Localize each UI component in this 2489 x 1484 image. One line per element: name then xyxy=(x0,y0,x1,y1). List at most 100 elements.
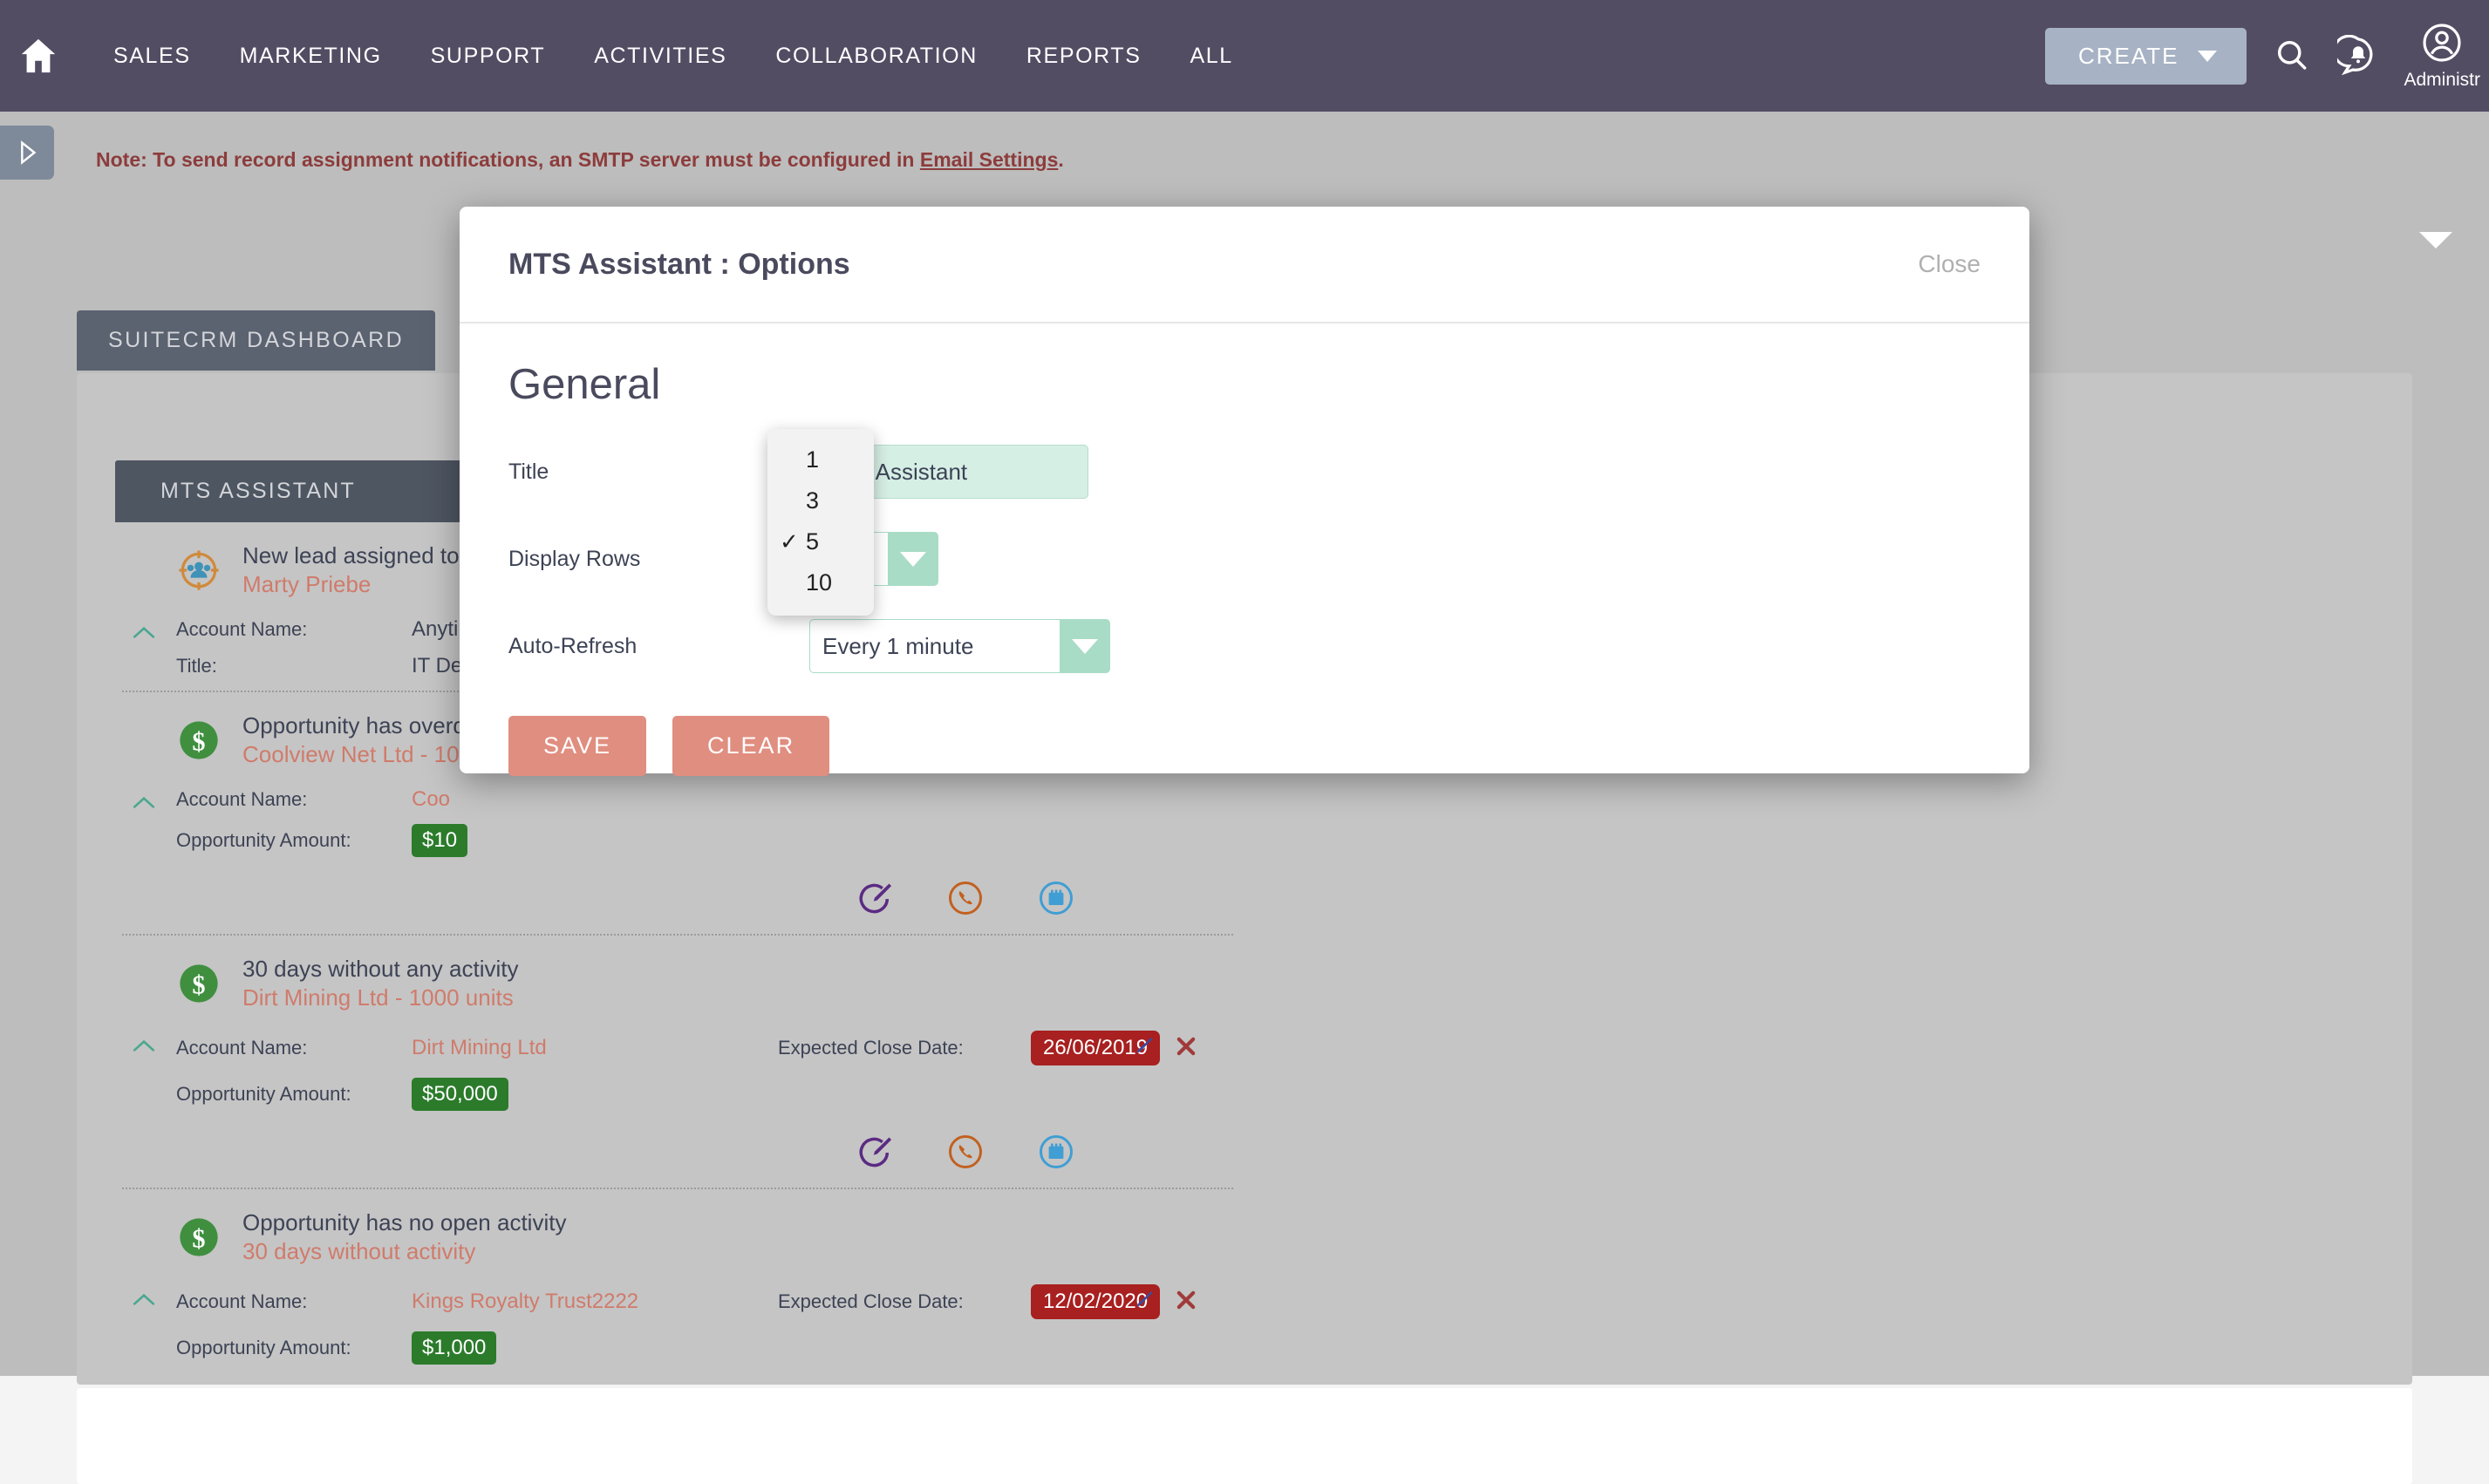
clear-button[interactable]: CLEAR xyxy=(672,716,830,776)
nav-item-marketing[interactable]: MARKETING xyxy=(215,44,406,69)
alert-text-group: New lead assigned to yo Marty Priebe xyxy=(242,541,489,598)
create-button[interactable]: CREATE xyxy=(2044,27,2247,85)
opportunity-dollar-icon: $ xyxy=(176,961,222,1006)
user-avatar-icon xyxy=(2423,23,2461,62)
chevron-down-icon[interactable] xyxy=(2419,232,2452,248)
form-row-display-rows: Display Rows 5 xyxy=(508,515,1981,602)
smtp-notice-text: Note: To send record assignment notifica… xyxy=(96,148,920,171)
chevron-up-icon[interactable] xyxy=(133,1036,155,1055)
top-nav-right-cluster: CREATE Administr xyxy=(2044,0,2489,112)
create-button-label: CREATE xyxy=(2077,42,2179,69)
nav-item-activities[interactable]: ACTIVITIES xyxy=(569,44,751,69)
user-name-label: Administr xyxy=(2404,69,2480,90)
alert-subtitle[interactable]: Marty Priebe xyxy=(242,570,489,599)
edit-pencil-icon[interactable] xyxy=(1130,1034,1155,1064)
edit-pencil-icon[interactable] xyxy=(1130,1288,1155,1317)
detail-value-wrap: $1,000 xyxy=(412,1331,778,1365)
nav-item-sales[interactable]: SALES xyxy=(89,44,215,69)
dropdown-option-10[interactable]: 10 xyxy=(767,562,874,603)
tab-suitecrm-dashboard[interactable]: SUITECRM DASHBOARD xyxy=(77,310,436,371)
alert-subtitle[interactable]: Coolview Net Ltd - 100 xyxy=(242,740,478,769)
chevron-down-icon xyxy=(2198,50,2218,62)
phone-call-icon[interactable] xyxy=(947,1133,984,1175)
email-settings-link[interactable]: Email Settings xyxy=(920,148,1058,171)
opportunity-dollar-icon: $ xyxy=(176,1215,222,1260)
calendar-meeting-icon[interactable] xyxy=(1038,1133,1074,1175)
footer-card xyxy=(77,1388,2412,1484)
expand-sidebar-icon[interactable] xyxy=(0,126,54,180)
phone-call-icon[interactable] xyxy=(947,880,984,922)
dropdown-option-5[interactable]: ✓ 5 xyxy=(767,521,874,562)
alert-header[interactable]: $ 30 days without any activity Dirt Mini… xyxy=(115,955,1240,1011)
alert-subtitle[interactable]: 30 days without activity xyxy=(242,1237,566,1266)
calendar-meeting-icon[interactable] xyxy=(1038,880,1074,922)
close-button[interactable]: Close xyxy=(1918,250,1981,278)
dropdown-option-3[interactable]: 3 xyxy=(767,480,874,521)
svg-text:$: $ xyxy=(192,1223,205,1253)
dropdown-option-1[interactable]: 1 xyxy=(767,439,874,480)
nav-item-all[interactable]: ALL xyxy=(1166,44,1258,69)
detail-label: Opportunity Amount: xyxy=(176,1337,351,1358)
detail-grid: Account Name: Coo Opportunity Amount: $1… xyxy=(176,787,1240,857)
display-rows-dropdown-menu: 1 3 ✓ 5 10 xyxy=(767,429,874,616)
nav-item-support[interactable]: SUPPORT xyxy=(406,44,570,69)
alert-text-group: Opportunity has no open activity 30 days… xyxy=(242,1208,566,1265)
svg-text:$: $ xyxy=(192,726,205,756)
detail-label: Title: xyxy=(176,655,217,677)
edit-task-icon[interactable] xyxy=(856,880,893,922)
alert-title: 30 days without any activity xyxy=(242,956,519,982)
alert-title: Opportunity has no open activity xyxy=(242,1209,567,1236)
close-date-label: Expected Close Date: xyxy=(778,1290,964,1312)
edit-task-icon[interactable] xyxy=(856,1133,893,1175)
alert-detail: Account Name: Coo Opportunity Amount: $1… xyxy=(115,787,1240,922)
chevron-down-icon[interactable] xyxy=(888,532,938,586)
detail-value-wrap: $50,000 xyxy=(412,1078,778,1111)
smtp-notice: Note: To send record assignment notifica… xyxy=(96,148,1064,172)
alert-text-group: 30 days without any activity Dirt Mining… xyxy=(242,955,519,1011)
nav-item-collaboration[interactable]: COLLABORATION xyxy=(751,44,1002,69)
detail-grid: Account Name: Kings Royalty Trust2222 Ex… xyxy=(176,1284,1240,1365)
alert-subtitle[interactable]: Dirt Mining Ltd - 1000 units xyxy=(242,984,519,1012)
title-field-label: Title xyxy=(508,459,549,484)
detail-label: Account Name: xyxy=(176,788,308,810)
auto-refresh-select[interactable]: Every 1 minute xyxy=(809,619,1110,673)
nav-item-reports[interactable]: REPORTS xyxy=(1002,44,1166,69)
auto-refresh-label: Auto-Refresh xyxy=(508,633,638,658)
amount-badge: $50,000 xyxy=(412,1078,508,1111)
auto-refresh-value: Every 1 minute xyxy=(809,619,1060,673)
display-rows-label: Display Rows xyxy=(508,546,641,571)
dropdown-option-label: 10 xyxy=(806,569,833,596)
save-button[interactable]: SAVE xyxy=(508,716,647,776)
dropdown-option-label: 1 xyxy=(806,446,820,473)
row-edit-delete xyxy=(1130,1288,1198,1317)
chevron-up-icon[interactable] xyxy=(133,1290,155,1309)
alert-text-group: Opportunity has overdu Coolview Net Ltd … xyxy=(242,711,478,768)
alert-header[interactable]: $ Opportunity has no open activity 30 da… xyxy=(115,1208,1240,1265)
lead-target-icon xyxy=(176,548,222,593)
alert-detail: Account Name: Dirt Mining Ltd Expected C… xyxy=(115,1031,1240,1175)
chevron-up-icon[interactable] xyxy=(133,793,155,812)
user-menu[interactable]: Administr xyxy=(2404,22,2480,91)
modal-title: MTS Assistant : Options xyxy=(508,247,850,281)
detail-label: Account Name: xyxy=(176,618,308,640)
notification-bell-icon[interactable] xyxy=(2337,35,2379,77)
chevron-down-icon[interactable] xyxy=(1060,619,1110,673)
form-row-auto-refresh: Auto-Refresh Every 1 minute xyxy=(508,602,1981,690)
home-icon[interactable] xyxy=(16,33,61,78)
section-title-general: General xyxy=(508,361,661,408)
detail-value-link[interactable]: Dirt Mining Ltd xyxy=(412,1036,778,1060)
form-row-title: Title xyxy=(508,428,1981,515)
modal-body: General Title Display Rows 5 Auto-Refres… xyxy=(460,323,2029,776)
detail-label: Opportunity Amount: xyxy=(176,829,351,851)
search-icon[interactable] xyxy=(2273,37,2311,75)
detail-value-link[interactable]: Coo xyxy=(412,787,778,812)
delete-x-icon[interactable] xyxy=(1174,1034,1198,1064)
dropdown-option-label: 3 xyxy=(806,487,820,514)
close-date-label: Expected Close Date: xyxy=(778,1037,964,1059)
delete-x-icon[interactable] xyxy=(1174,1288,1198,1317)
chevron-up-icon[interactable] xyxy=(133,623,155,642)
detail-value-link[interactable]: Kings Royalty Trust2222 xyxy=(412,1290,778,1314)
detail-label: Account Name: xyxy=(176,1290,308,1312)
row-action-icons xyxy=(856,880,1240,922)
modal-header: MTS Assistant : Options Close xyxy=(460,207,2029,323)
